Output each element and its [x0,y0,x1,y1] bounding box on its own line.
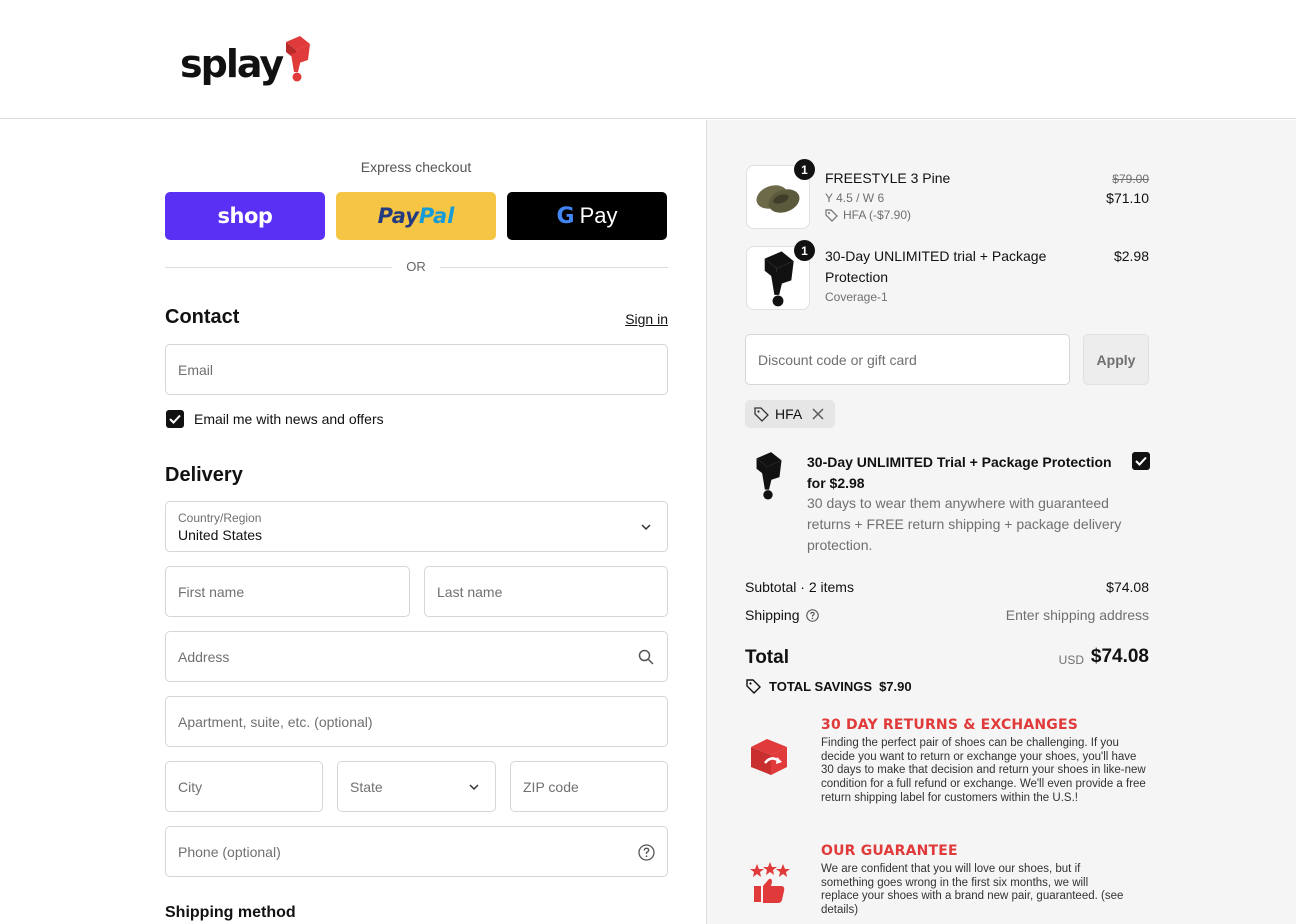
logo-mark-icon [286,36,311,82]
paypal-label-pay: Pay [377,204,419,228]
country-value: United States [178,527,263,543]
shop-pay-button[interactable]: shop [165,192,325,240]
or-divider-right [440,267,668,268]
quantity-badge: 1 [794,159,815,180]
phone-placeholder: Phone (optional) [178,844,281,860]
item-price: $2.98 [1113,248,1149,264]
email-field[interactable]: Email [165,344,668,395]
or-divider-left [165,267,392,268]
header: splay [0,0,1296,119]
checkmark-icon [1135,456,1147,466]
quantity-badge: 1 [794,240,815,261]
state-placeholder: State [350,779,383,795]
checkmark-icon [169,414,181,424]
first-name-placeholder: First name [178,584,245,600]
original-price: $79.00 [1112,172,1149,186]
returns-title: 30 DAY RETURNS & EXCHANGES [821,717,1079,733]
last-name-field[interactable]: Last name [424,566,668,617]
shipping-method-heading: Shipping method [165,904,296,921]
shipping-label: Shipping [745,607,819,623]
total-label: Total [745,647,789,668]
logo-text: splay [180,42,284,86]
splay-logo[interactable]: splay [180,34,311,86]
zip-placeholder: ZIP code [523,779,579,795]
item-variant: Y 4.5 / W 6 [825,191,885,205]
last-name-placeholder: Last name [437,584,503,600]
country-select[interactable]: Country/Region United States [165,501,668,552]
apartment-placeholder: Apartment, suite, etc. (optional) [178,714,373,730]
discount-code-field[interactable]: Discount code or gift card [745,334,1070,385]
email-placeholder: Email [178,362,214,378]
first-name-field[interactable]: First name [165,566,410,617]
returns-text: Finding the perfect pair of shoes can be… [821,737,1146,804]
item-discount-label: HFA (-$7.90) [843,208,912,222]
total-value: $74.08 [1090,646,1149,667]
newsletter-checkbox[interactable] [166,410,184,428]
subtotal-value: $74.08 [1106,579,1149,595]
upsell-checkbox[interactable] [1132,452,1150,470]
shoe-image-icon [756,185,800,213]
shipping-value: Enter shipping address [1005,607,1149,623]
tag-icon [825,208,838,222]
guarantee-title: OUR GUARANTEE [821,843,958,859]
thumbs-up-stars-icon [750,862,790,903]
address-field[interactable]: Address [165,631,668,682]
shop-pay-label: shop [217,204,273,228]
upsell-title: 30-Day UNLIMITED Trial + Package Protect… [807,454,1112,491]
item-variant: Coverage-1 [825,290,888,304]
total-currency: USD [1058,653,1084,667]
checkout-form: Express checkout shop Pay Pal G Pay OR Co… [0,120,706,924]
country-label: Country/Region [178,511,262,525]
item-name: 30-Day UNLIMITED trial + Package Protect… [825,248,1047,285]
chevron-down-icon [465,778,483,796]
address-placeholder: Address [178,649,230,665]
discount-code-placeholder: Discount code or gift card [758,352,917,368]
savings-value: $7.90 [879,679,912,694]
paypal-button[interactable]: Pay Pal [336,192,496,240]
upsell-description: 30 days to wear them anywhere with guara… [807,495,1122,553]
apartment-field[interactable]: Apartment, suite, etc. (optional) [165,696,668,747]
savings-label: TOTAL SAVINGS [769,679,873,694]
close-icon[interactable] [812,408,824,420]
state-select[interactable]: State [337,761,496,812]
tag-icon [746,679,761,694]
item-price: $71.10 [1106,190,1149,206]
tag-icon [754,406,769,422]
protection-logo-icon [756,452,782,500]
total-savings: TOTAL SAVINGS $7.90 [745,679,912,694]
or-divider-text: OR [406,259,426,274]
contact-heading: Contact [165,306,240,328]
google-pay-button[interactable]: G Pay [507,192,667,240]
help-icon[interactable] [637,843,655,861]
city-placeholder: City [178,779,203,795]
delivery-heading: Delivery [165,464,243,486]
help-icon[interactable] [805,608,819,622]
item-name: FREESTYLE 3 Pine [825,170,951,186]
zip-field[interactable]: ZIP code [510,761,668,812]
protection-logo-icon [764,251,794,307]
returns-box-icon [751,739,787,775]
shipping-label-text: Shipping [745,607,800,623]
newsletter-label: Email me with news and offers [194,411,384,427]
subtotal-label: Subtotal · 2 items [745,579,854,595]
item-discount: HFA (-$7.90) [825,208,911,222]
city-field[interactable]: City [165,761,323,812]
paypal-label-pal: Pal [418,204,455,228]
google-g-icon: G [556,203,575,229]
search-icon [637,648,655,666]
phone-field[interactable]: Phone (optional) [165,826,668,877]
chevron-down-icon [637,518,655,536]
applied-discount-chip: HFA [745,400,835,428]
guarantee-text: We are confident that you will love our … [821,863,1124,917]
applied-discount-code: HFA [775,406,803,422]
apply-discount-button[interactable]: Apply [1083,334,1149,385]
sign-in-link[interactable]: Sign in [600,311,668,327]
google-pay-label: Pay [579,203,618,228]
express-checkout-title: Express checkout [360,159,472,175]
